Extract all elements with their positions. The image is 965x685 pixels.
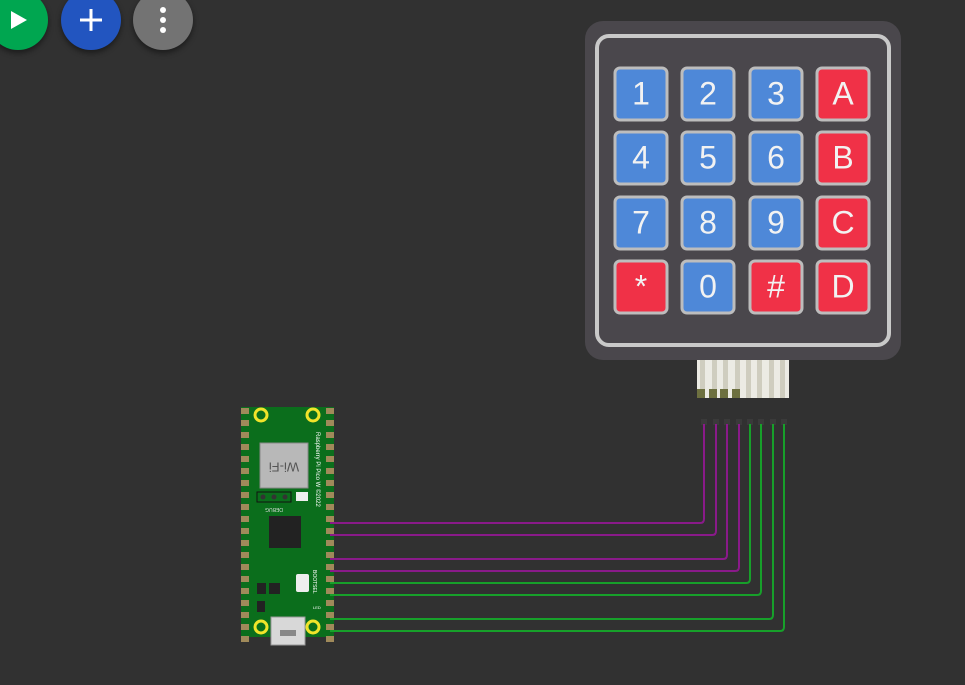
pico-pin-left[interactable] [241, 420, 249, 426]
pico-pin-left[interactable] [241, 432, 249, 438]
key-label: 7 [632, 204, 650, 240]
wire[interactable] [330, 424, 717, 536]
keypad-key-#[interactable]: # [748, 259, 804, 315]
key-label: D [831, 268, 854, 304]
wifi-label: Wi-Fi [269, 460, 299, 475]
keypad-key-6[interactable]: 6 [748, 130, 804, 186]
pico-pin-left[interactable] [241, 456, 249, 462]
pico-pin-left[interactable] [241, 612, 249, 618]
pico-pin-right[interactable] [326, 588, 334, 594]
pico-pin-left[interactable] [241, 540, 249, 546]
debug-label: DEBUG [265, 506, 283, 512]
key-label: B [832, 139, 853, 175]
pico-pin-right[interactable] [326, 528, 334, 534]
pico-pin-right[interactable] [326, 612, 334, 618]
pico-pin-left[interactable] [241, 444, 249, 450]
pico-pin-right[interactable] [326, 504, 334, 510]
wires [330, 424, 785, 632]
keypad-key-C[interactable]: C [815, 195, 871, 251]
pico-pin-left[interactable] [241, 492, 249, 498]
pico-title: Raspberry Pi Pico W ©2022 [314, 432, 321, 507]
keypad-key-1[interactable]: 1 [613, 66, 669, 122]
wire[interactable] [330, 424, 728, 560]
pico-pin-left[interactable] [241, 624, 249, 630]
pico-pin-left[interactable] [241, 528, 249, 534]
keypad-key-4[interactable]: 4 [613, 130, 669, 186]
wire[interactable] [330, 424, 762, 596]
pico-pin-left[interactable] [241, 564, 249, 570]
wire[interactable] [330, 424, 705, 524]
keypad-key-0[interactable]: 0 [680, 259, 736, 315]
bootsel-label: BOOTSEL [311, 570, 317, 594]
pico-pin-left[interactable] [241, 504, 249, 510]
pico-pin-right[interactable] [326, 480, 334, 486]
wire[interactable] [330, 424, 740, 572]
keypad-key-5[interactable]: 5 [680, 130, 736, 186]
key-label: 6 [767, 139, 785, 175]
pico-pin-right[interactable] [326, 540, 334, 546]
key-label: 2 [699, 75, 717, 111]
key-label: 4 [632, 139, 650, 175]
pico-pin-left[interactable] [241, 636, 249, 642]
membrane-keypad[interactable]: 1 2 3 A 4 5 6 B 7 8 9 C * 0 # D [585, 21, 901, 425]
key-label: 9 [767, 204, 785, 240]
keypad-key-9[interactable]: 9 [748, 195, 804, 251]
wire[interactable] [330, 424, 774, 620]
more-vertical-icon [160, 7, 166, 33]
pico-pin-left[interactable] [241, 480, 249, 486]
pico-pin-right[interactable] [326, 564, 334, 570]
led-chip [296, 492, 308, 501]
play-icon [11, 11, 27, 29]
pico-pin-left[interactable] [241, 516, 249, 522]
pico-pin-left[interactable] [241, 468, 249, 474]
led-label: LED [313, 605, 321, 610]
keypad-key-3[interactable]: 3 [748, 66, 804, 122]
pico-pin-right[interactable] [326, 636, 334, 642]
raspberry-pi-pico-w[interactable]: Wi-Fi Raspberry Pi Pico W ©2022 DEBUG BO… [241, 407, 334, 646]
pico-pin-right[interactable] [326, 552, 334, 558]
pico-pin-right[interactable] [326, 420, 334, 426]
pico-pin-right[interactable] [326, 456, 334, 462]
key-label: 5 [699, 139, 717, 175]
pico-pin-right[interactable] [326, 444, 334, 450]
key-label: C [831, 204, 854, 240]
pico-pin-left[interactable] [241, 576, 249, 582]
key-label: A [832, 75, 854, 111]
key-label: 3 [767, 75, 785, 111]
pico-pin-left[interactable] [241, 408, 249, 414]
pico-pin-left[interactable] [241, 552, 249, 558]
key-label: # [767, 268, 785, 304]
pico-pin-left[interactable] [241, 600, 249, 606]
pico-pin-right[interactable] [326, 576, 334, 582]
pico-pin-right[interactable] [326, 624, 334, 630]
pico-pin-right[interactable] [326, 468, 334, 474]
pico-pin-left[interactable] [241, 588, 249, 594]
keypad-key-*[interactable]: * [613, 259, 669, 315]
pico-pin-right[interactable] [326, 516, 334, 522]
pico-pin-right[interactable] [326, 492, 334, 498]
key-label: 0 [699, 268, 717, 304]
keypad-key-2[interactable]: 2 [680, 66, 736, 122]
keypad-key-7[interactable]: 7 [613, 195, 669, 251]
keypad-key-D[interactable]: D [815, 259, 871, 315]
key-label: 1 [632, 75, 650, 111]
pico-pin-right[interactable] [326, 432, 334, 438]
keypad-key-A[interactable]: A [815, 66, 871, 122]
keypad-key-B[interactable]: B [815, 130, 871, 186]
pico-pin-right[interactable] [326, 408, 334, 414]
bootsel-button[interactable] [296, 574, 309, 592]
key-label: 8 [699, 204, 717, 240]
key-label: * [635, 268, 647, 304]
diagram-canvas[interactable]: 1 2 3 A 4 5 6 B 7 8 9 C * 0 # D Wi-Fi Raspberry Pi Pico… [0, 0, 965, 685]
plus-icon [80, 9, 102, 31]
keypad-key-8[interactable]: 8 [680, 195, 736, 251]
pico-pin-right[interactable] [326, 600, 334, 606]
rp2040-chip [269, 516, 301, 548]
